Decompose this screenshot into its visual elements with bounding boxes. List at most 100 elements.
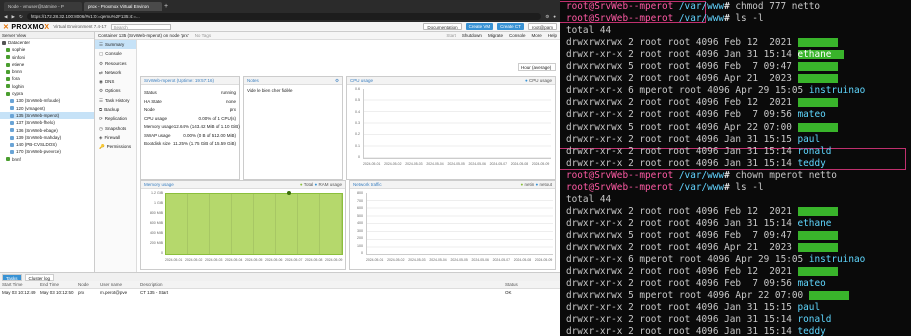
nav-item-label: Permissions: [106, 144, 132, 150]
task-col-header[interactable]: End Time: [40, 281, 78, 288]
x-tick-label: 2024-05-09: [325, 258, 343, 262]
task-col-header[interactable]: Status: [505, 281, 518, 289]
browser-tab-active[interactable]: prox - Proxmox Virtual Environ: [84, 2, 162, 11]
notes-panel: Notes ⚙ Vide le bien cher fidèle: [243, 76, 343, 180]
tree-item[interactable]: bnnf: [0, 156, 94, 163]
network-legend-swatch-in: ●: [520, 182, 524, 187]
nav-item-network[interactable]: ⇄ Network: [95, 68, 136, 77]
ls-g: root: [667, 157, 691, 169]
new-tab-icon[interactable]: +: [164, 2, 168, 11]
browser-tab[interactable]: Node - vmuser@tatmine - P: [4, 2, 82, 11]
migrate-button[interactable]: Migrate: [488, 33, 503, 38]
tree-item[interactable]: sophie: [0, 46, 94, 53]
ls-g: root: [678, 290, 702, 302]
back-icon[interactable]: ◀: [4, 14, 7, 20]
table-row[interactable]: May 03 10:12:49 May 03 10:12:50 prx m.perot…: [0, 289, 560, 297]
cpu-panel: CPU usage ● CPU usage 0.6 0.5 0.4 0.3 0.2 0.1 0…: [346, 76, 556, 180]
nav-item-firewall[interactable]: ◈ Firewall: [95, 133, 136, 142]
timeframe-select[interactable]: Hour (average): [518, 63, 556, 71]
memory-legend[interactable]: ● Total ● RAM usage: [300, 181, 342, 188]
x-tick-label: 2024-05-08: [305, 258, 323, 262]
ls-name-green-block: [797, 62, 838, 72]
task-col-header[interactable]: Description: [140, 281, 280, 288]
create-vm-button[interactable]: Create VM: [465, 23, 494, 30]
tree-list: Datacenter sophie sinfoni etiene bnnn fora log…: [0, 39, 94, 163]
task-col-header[interactable]: User name: [100, 281, 140, 288]
tree-item[interactable]: 130 (SrvWeb-mfoude): [0, 97, 94, 104]
task-col-header[interactable]: Node: [78, 281, 100, 288]
ls-s: 4096: [707, 85, 730, 97]
ls-perm: drwxrwxrwx: [566, 73, 623, 85]
tree-item[interactable]: bnnn: [0, 68, 94, 75]
shutdown-button[interactable]: Shutdown: [462, 33, 482, 38]
tab-cluster-log[interactable]: Cluster log: [24, 273, 55, 281]
tree-item[interactable]: fora: [0, 75, 94, 82]
terminal-line: drwxrwxrwx 2 root root 4096 Feb 12 2021: [566, 266, 838, 278]
nav-item-permissions[interactable]: 🔑 Permissions: [95, 142, 136, 151]
cpu-legend[interactable]: ● CPU usage: [525, 77, 552, 84]
more-button[interactable]: More: [531, 33, 541, 38]
nav-item-task-history[interactable]: ☰ Task History: [95, 96, 136, 105]
tree-item[interactable]: 139 (SrvWeb-mahday): [0, 134, 94, 141]
nav-item-resources[interactable]: ⚙ Resources: [95, 59, 136, 68]
tree-node-icon: [10, 128, 14, 133]
nav-item-dns[interactable]: ◉ DNS: [95, 77, 136, 86]
proxmox-window: Node - vmuser@tatmine - P prox - Proxmox…: [0, 0, 560, 336]
prompt-symbol: #: [724, 1, 736, 12]
nav-item-backup[interactable]: ⧉ Backup: [95, 105, 136, 114]
tree-item[interactable]: sinfoni: [0, 54, 94, 61]
nav-item-console[interactable]: ▢ Console: [95, 49, 136, 58]
tree-item[interactable]: 135 (SrvWeb-mperot): [0, 111, 94, 120]
start-button[interactable]: Start: [446, 33, 456, 38]
tree-item[interactable]: 120 (vmagent): [0, 105, 94, 112]
url-bar[interactable]: https://172.28.32.100:8006/#v1:0:=qemu%2…: [26, 13, 542, 20]
profile-icon[interactable]: ●: [553, 14, 556, 19]
tree-item[interactable]: etiene: [0, 61, 94, 68]
tree-item[interactable]: 137 (SrvWeb-fhelo): [0, 119, 94, 126]
tree-item[interactable]: 140 (PB-CVSLDOS): [0, 141, 94, 148]
tags-label[interactable]: No Tags: [195, 33, 211, 38]
gear-icon[interactable]: ⚙: [335, 77, 339, 84]
ls-s: 4096: [695, 266, 719, 278]
y-tick-label: 800 MiB: [149, 211, 163, 215]
forward-icon[interactable]: ▶: [11, 14, 14, 20]
tree-item[interactable]: 136 (SrvWeb-ebage): [0, 127, 94, 134]
tree-node-icon: [6, 69, 10, 74]
ls-perm: drwxr-xr-x: [566, 109, 623, 121]
extensions-icon[interactable]: ⚙: [545, 14, 549, 20]
tree-item[interactable]: 170 (SrvWeb-pvevrce): [0, 148, 94, 155]
nav-item-summary[interactable]: ☰ Summary: [95, 40, 136, 50]
ls-perm: drwxrwxrwx: [566, 242, 623, 253]
status-panel: SrvWeb-mperot (Uptime: 19:57:16) Status r…: [140, 76, 240, 180]
help-button[interactable]: Help: [548, 33, 557, 38]
documentation-button[interactable]: Documentation: [423, 23, 462, 30]
task-col-header[interactable]: Start Time: [2, 281, 40, 288]
nav-item-replication[interactable]: ⟳ Replication: [95, 114, 136, 123]
search-input[interactable]: Search: [110, 23, 171, 30]
tree-item-label: sinfoni: [12, 54, 26, 60]
x-tick-label: 2024-05-03: [408, 258, 426, 262]
tree-item[interactable]: Datacenter: [0, 39, 94, 46]
tree-view-select[interactable]: Server View: [0, 32, 94, 39]
console-button[interactable]: Console: [509, 33, 526, 38]
tree-item[interactable]: loghin: [0, 83, 94, 90]
ls-s: 4096: [707, 254, 730, 266]
tab-tasks[interactable]: Tasks: [2, 273, 22, 281]
user-menu-button[interactable]: root@pam: [527, 23, 557, 30]
terminal-line: drwxr-xr-x 2 root root 4096 Jan 31 15:14…: [566, 49, 844, 61]
nav-item-options[interactable]: ⚙ Options: [95, 86, 136, 95]
network-legend[interactable]: ● netin ● netout: [520, 181, 552, 188]
ls-n: 2: [628, 157, 634, 169]
ls-g: root: [678, 254, 702, 266]
tree-item[interactable]: cypra: [0, 90, 94, 97]
terminal-window[interactable]: root@SrvWeb--mperot /var/www# chmod 777 …: [560, 0, 911, 336]
ls-n: 2: [628, 302, 634, 314]
command-text: chown mperot netto: [735, 169, 837, 181]
create-ct-button[interactable]: Create CT: [497, 23, 524, 30]
ls-n: 2: [628, 37, 634, 49]
nav-item-snapshots[interactable]: ◷ Snapshots: [95, 124, 136, 133]
status-key: HA State: [144, 98, 162, 104]
ls-d: Jan 31 15:14: [724, 145, 792, 157]
network-plot-area: [366, 193, 553, 255]
reload-icon[interactable]: ↻: [19, 14, 23, 20]
